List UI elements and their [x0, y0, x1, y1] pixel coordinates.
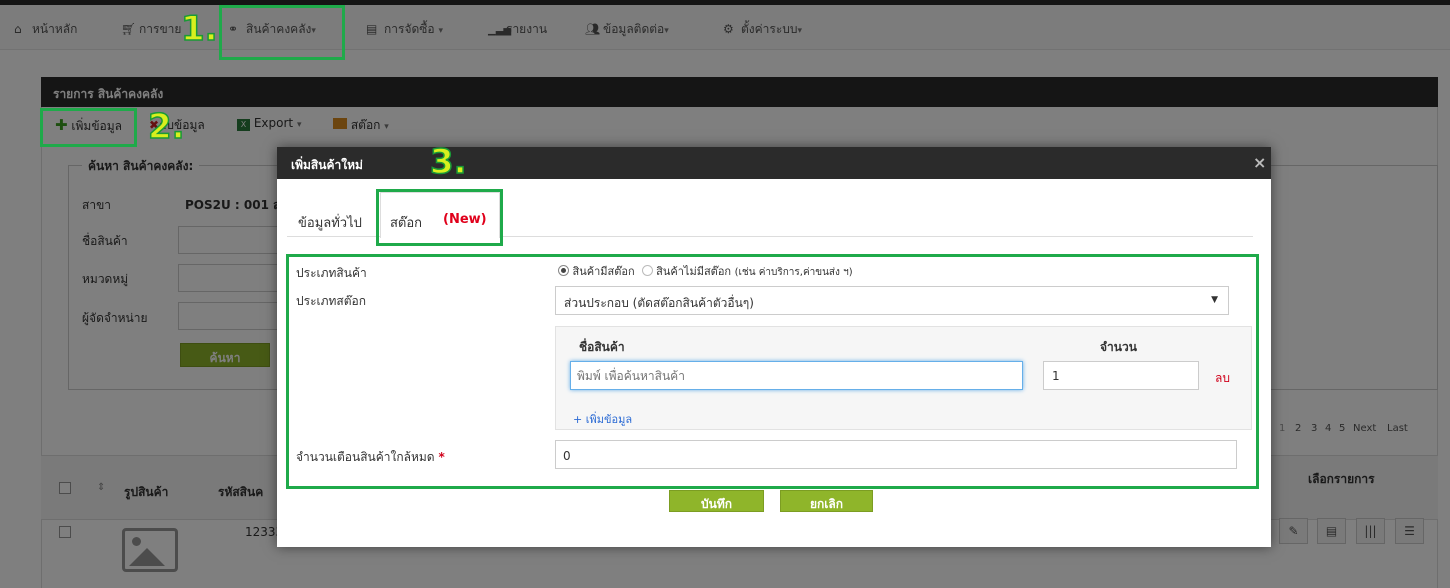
- modal-title: เพิ่มสินค้าใหม่: [277, 147, 1271, 179]
- close-icon[interactable]: ×: [1253, 153, 1266, 172]
- highlight-add-button: [40, 108, 137, 147]
- step-1-marker: 1.: [180, 9, 218, 49]
- highlight-inventory: [219, 5, 345, 60]
- step-2-marker: 2.: [147, 107, 185, 147]
- step-3-marker: 3.: [429, 142, 467, 182]
- save-button[interactable]: บันทึก: [669, 490, 764, 512]
- highlight-stock-form: [286, 254, 1259, 489]
- tab-general[interactable]: ข้อมูลทั่วไป: [298, 212, 362, 233]
- highlight-stock-tab: [376, 189, 503, 246]
- cancel-button[interactable]: ยกเลิก: [780, 490, 873, 512]
